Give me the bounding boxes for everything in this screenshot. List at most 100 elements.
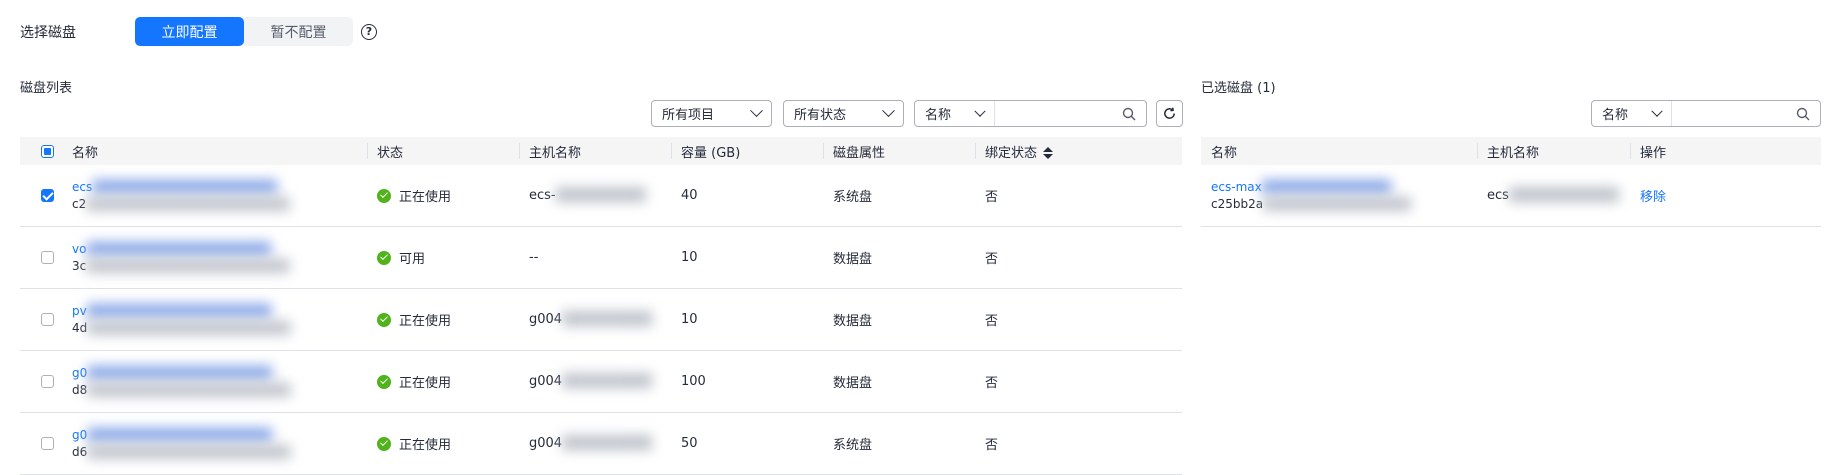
disk-name-link[interactable]: vo████████████████████ [72, 241, 367, 258]
column-separator [519, 143, 520, 159]
redacted-text: ██████████████████████ [86, 196, 290, 211]
disk-name-link[interactable]: g0████████████████████ [72, 427, 367, 444]
disk-name-cell: pv████████████████████ 4d███████████████… [62, 288, 367, 351]
chevron-down-icon [974, 105, 986, 117]
row-checkbox[interactable] [41, 189, 54, 202]
remove-link[interactable]: 移除 [1640, 190, 1666, 205]
table-row[interactable]: g0████████████████████ d8███████████████… [20, 350, 1182, 413]
success-icon [377, 250, 391, 265]
attribute-cell: 系统盘 [823, 412, 975, 475]
column-separator [1630, 143, 1631, 159]
select-all-checkbox[interactable] [41, 144, 54, 158]
host-cell: g004█████████ [519, 412, 671, 475]
disk-name-link[interactable]: g0████████████████████ [72, 365, 367, 382]
bound-cell: 否 [975, 412, 1182, 475]
bound-cell: 否 [975, 288, 1182, 351]
bound-cell: 否 [975, 226, 1182, 289]
column-header-name: 名称 [62, 137, 367, 165]
status-text: 正在使用 [399, 314, 452, 329]
column-header-action: 操作 [1630, 137, 1821, 165]
success-icon [377, 312, 391, 327]
redacted-text: ██████████████████████ [87, 382, 291, 397]
host-name: g004 [529, 312, 563, 327]
redacted-text: ████████████████████ [86, 241, 272, 256]
host-cell: g004█████████ [519, 350, 671, 413]
column-header-host-label: 主机名称 [1487, 145, 1540, 161]
selected-search-field-value: 名称 [1602, 108, 1629, 123]
table-row[interactable]: pv████████████████████ 4d███████████████… [20, 288, 1182, 351]
capacity-cell: 40 [671, 165, 823, 227]
redacted-text: █████████ [562, 374, 653, 389]
disk-name-link[interactable]: pv████████████████████ [72, 303, 367, 320]
selected-disks-title: 已选磁盘 (1) [1201, 81, 1276, 96]
row-checkbox[interactable] [41, 437, 54, 450]
selected-search-field-select[interactable]: 名称 [1592, 101, 1672, 126]
attribute-cell: 数据盘 [823, 226, 975, 289]
disk-search-input[interactable] [995, 101, 1120, 126]
column-header-action-label: 操作 [1640, 145, 1667, 161]
chevron-down-icon [750, 104, 763, 118]
status-text: 可用 [399, 252, 426, 267]
capacity-cell: 10 [671, 226, 823, 289]
search-icon[interactable] [1120, 101, 1138, 126]
row-checkbox[interactable] [41, 251, 54, 264]
host-cell: ecs-█████████ [519, 165, 671, 227]
success-icon [377, 188, 391, 203]
row-select-cell [20, 350, 62, 413]
column-separator [975, 143, 976, 159]
column-separator [1477, 143, 1478, 159]
selected-search-input[interactable] [1672, 101, 1794, 126]
table-row[interactable]: vo████████████████████ 3c███████████████… [20, 226, 1182, 289]
redacted-text: ████████████████████ [92, 179, 277, 194]
disk-name-link[interactable]: ecs████████████████████ [72, 179, 367, 196]
help-icon[interactable]: ? [361, 24, 377, 40]
selected-table: 名称 主机名称 操作 ecs-max██████████████ c25bb2a… [1201, 137, 1821, 227]
redacted-text: ██████████████ [1261, 179, 1391, 194]
refresh-button[interactable] [1156, 100, 1183, 127]
row-select-cell [20, 288, 62, 351]
search-icon[interactable] [1794, 101, 1812, 126]
configure-now-button[interactable]: 立即配置 [135, 17, 244, 46]
redacted-text: ████████████████████ [86, 303, 272, 318]
column-separator [367, 143, 368, 159]
disk-id: c2██████████████████████ [72, 196, 290, 211]
capacity-cell: 100 [671, 350, 823, 413]
search-field-select[interactable]: 名称 [915, 101, 995, 126]
host-name: -- [529, 250, 539, 265]
redacted-text: ██████████████████████ [87, 444, 291, 459]
bound-cell: 否 [975, 350, 1182, 413]
selected-disk-name-link[interactable]: ecs-max██████████████ [1211, 179, 1477, 196]
status-filter-value: 所有状态 [794, 108, 847, 123]
column-header-host: 主机名称 [1477, 137, 1630, 165]
success-icon [377, 436, 391, 451]
refresh-icon [1164, 107, 1175, 119]
project-filter-value: 所有项目 [662, 108, 715, 123]
column-header-status: 状态 [367, 137, 519, 165]
project-filter-select[interactable]: 所有项目 [651, 100, 772, 127]
host-cell: g004█████████ [519, 288, 671, 351]
row-checkbox[interactable] [41, 375, 54, 388]
status-filter-select[interactable]: 所有状态 [783, 100, 904, 127]
column-header-bound[interactable]: 绑定状态 [975, 137, 1182, 165]
column-header-host-label: 主机名称 [529, 145, 582, 161]
table-row[interactable]: ecs████████████████████ c2██████████████… [20, 165, 1182, 227]
disk-name-cell: vo████████████████████ 3c███████████████… [62, 226, 367, 289]
bound-cell: 否 [975, 165, 1182, 227]
capacity-cell: 50 [671, 412, 823, 475]
capacity-cell: 10 [671, 288, 823, 351]
status-text: 正在使用 [399, 190, 452, 205]
select-all-cell [20, 137, 62, 165]
selected-action-cell: 移除 [1630, 165, 1821, 227]
skip-configure-button[interactable]: 暂不配置 [244, 17, 353, 46]
status-text: 正在使用 [399, 376, 452, 391]
host-cell: -- [519, 226, 671, 289]
row-select-cell [20, 165, 62, 227]
host-name: g004 [529, 374, 563, 389]
redacted-text: ████████████████ [1263, 196, 1411, 211]
attribute-cell: 系统盘 [823, 165, 975, 227]
sort-icon[interactable] [1043, 147, 1054, 159]
table-row[interactable]: g0████████████████████ d6███████████████… [20, 412, 1182, 475]
column-header-capacity-label: 容量 (GB) [681, 145, 741, 161]
row-checkbox[interactable] [41, 313, 54, 326]
column-separator [823, 143, 824, 159]
